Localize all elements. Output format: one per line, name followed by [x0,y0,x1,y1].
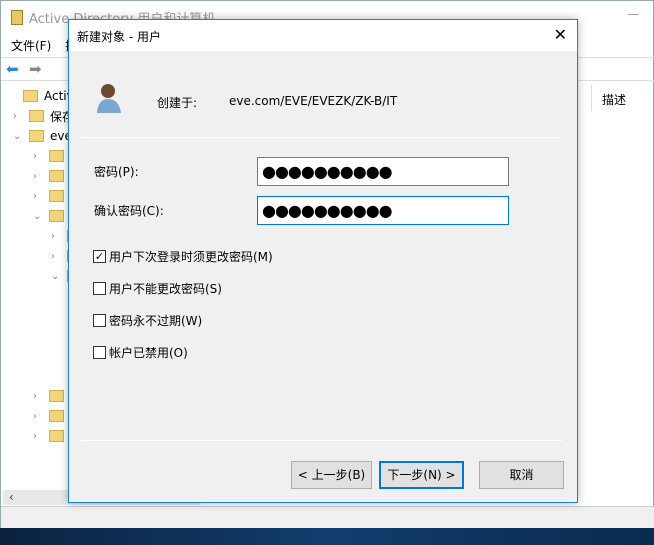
confirm-password-input[interactable]: ●●●●●●●●●● [257,196,509,225]
scroll-left-icon[interactable]: ‹ [3,490,14,504]
separator [81,137,562,138]
password-input[interactable]: ●●●●●●●●●● [257,157,509,186]
back-button[interactable]: < 上一步(B) [291,461,372,489]
chevron-icon[interactable]: › [33,411,43,422]
dialog-titlebar: 新建对象 - 用户 ✕ [69,20,577,51]
folder-icon [49,210,64,222]
chevron-icon[interactable]: ⌄ [51,271,61,282]
new-user-dialog: 新建对象 - 用户 ✕ 创建于: eve.com/EVE/EVEZK/ZK-B/… [68,19,578,503]
ad-icon [11,10,23,25]
chevron-icon[interactable]: › [13,111,23,122]
created-in-label: 创建于: [157,96,198,110]
folder-icon [49,170,64,182]
folder-icon [49,150,64,162]
checkbox[interactable] [93,314,106,327]
chevron-icon[interactable]: › [33,151,43,162]
account-disabled-checkbox[interactable]: 帐户已禁用(O) [93,344,188,361]
user-icon [95,82,123,117]
created-in-path: eve.com/EVE/EVEZK/ZK-B/IT [229,94,398,108]
chevron-icon[interactable]: ⌄ [33,211,43,222]
status-bar [1,506,654,529]
password-never-expires-checkbox[interactable]: 密码永不过期(W) [93,312,202,329]
checkbox[interactable] [93,346,106,359]
folder-icon [49,410,64,422]
back-arrow-icon[interactable]: ⬅ [6,60,19,78]
confirm-password-label: 确认密码(C): [94,204,164,218]
chevron-icon[interactable]: ⌄ [13,131,23,142]
cancel-button[interactable]: 取消 [479,461,564,489]
tree-item[interactable]: › 保存 [13,107,74,125]
folder-icon [49,190,64,202]
folder-icon [29,110,44,122]
chevron-icon[interactable]: › [33,431,43,442]
close-button[interactable]: ✕ [554,25,567,44]
dialog-title: 新建对象 - 用户 [77,30,161,44]
checkbox-checked[interactable]: ✓ [93,250,106,263]
must-change-password-checkbox[interactable]: ✓ 用户下次登录时须更改密码(M) [93,248,273,265]
separator [81,440,562,441]
folder-icon [49,430,64,442]
cannot-change-password-checkbox[interactable]: 用户不能更改密码(S) [93,280,222,297]
next-button[interactable]: 下一步(N) > [379,461,464,489]
folder-icon [23,90,38,102]
password-label: 密码(P): [94,165,139,179]
chevron-icon[interactable]: › [33,391,43,402]
taskbar [0,528,654,545]
chevron-icon[interactable]: › [51,231,61,242]
folder-icon [49,390,64,402]
checkbox[interactable] [93,282,106,295]
column-header-description[interactable]: 描述 [591,85,654,111]
forward-arrow-icon[interactable]: ➡ [29,60,42,78]
chevron-icon[interactable]: › [33,191,43,202]
menu-file[interactable]: 文件(F) [11,39,51,53]
minimize-button[interactable]: — [627,7,639,21]
chevron-icon[interactable]: › [51,251,61,262]
folder-icon [29,130,44,142]
tree-item[interactable]: ⌄ eve. [13,127,76,145]
chevron-icon[interactable]: › [33,171,43,182]
